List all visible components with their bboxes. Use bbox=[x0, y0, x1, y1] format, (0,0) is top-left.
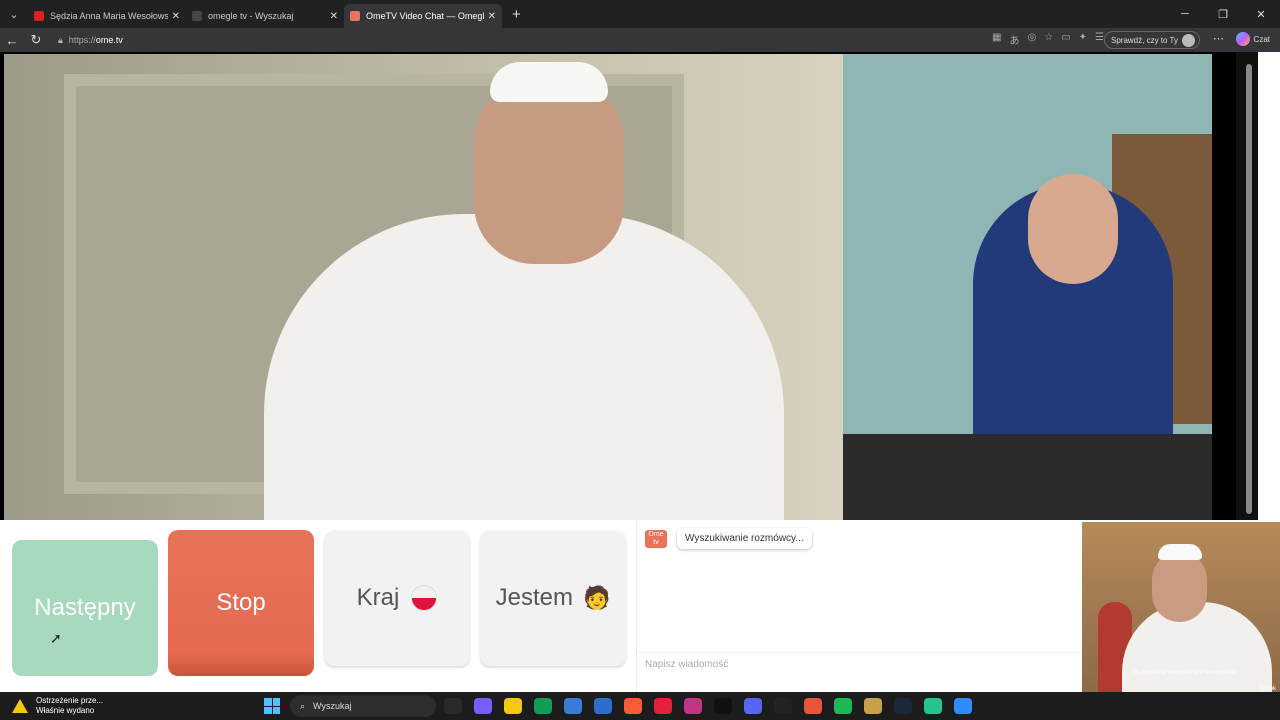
country-label: Kraj bbox=[356, 584, 400, 611]
tab-title: Sędzia Anna Maria Wesołowska o bbox=[50, 11, 168, 21]
copilot-icon bbox=[1235, 32, 1250, 46]
windows-taskbar: Ostrzeżenie prze... Właśnie wydano ⌕ Wys… bbox=[0, 692, 1280, 720]
ometv-favicon-icon bbox=[350, 11, 360, 21]
reload-icon[interactable]: ↻ bbox=[24, 32, 48, 48]
boy-icon: 🧑 bbox=[582, 585, 611, 610]
tab-sedzia[interactable]: Sędzia Anna Maria Wesołowska o ✕ bbox=[28, 4, 186, 28]
scrollbar[interactable] bbox=[1236, 52, 1258, 520]
chat-panel: Ome tv Wyszukiwanie rozmówcy... Napisz w… bbox=[636, 520, 1083, 692]
video-area bbox=[0, 52, 1258, 520]
taskbar-search-label: Wyszukaj bbox=[313, 701, 352, 711]
taskbar-app-icon[interactable] bbox=[804, 698, 822, 714]
country-button[interactable]: Kraj bbox=[324, 530, 470, 666]
back-arrow-icon[interactable]: ← bbox=[0, 33, 24, 48]
taskbar-app-icon[interactable] bbox=[744, 698, 762, 714]
taskbar-app-icon[interactable] bbox=[684, 698, 702, 714]
page-viewport: Następny Stop Kraj Jestem 🧑 ➚ Ome tv Wys… bbox=[0, 52, 1280, 692]
desk bbox=[843, 434, 1212, 520]
stop-label: Stop bbox=[216, 589, 266, 616]
stop-button[interactable]: Stop bbox=[168, 530, 314, 676]
url-host: ome.tv bbox=[95, 35, 123, 45]
url-protocol: https:// bbox=[68, 35, 96, 45]
close-tab-icon[interactable]: ✕ bbox=[172, 11, 180, 22]
taskbar-app-icon[interactable] bbox=[894, 698, 912, 714]
tab-title: OmeTV Video Chat — Omegle bbox=[366, 11, 484, 21]
weather-warning-widget[interactable]: Ostrzeżenie prze... Właśnie wydano bbox=[12, 696, 103, 716]
gender-button[interactable]: Jestem 🧑 bbox=[480, 530, 626, 666]
taskbar-app-icon[interactable] bbox=[564, 698, 582, 714]
window-controls: ─ ❐ ✕ bbox=[1166, 0, 1280, 28]
avatar bbox=[1182, 33, 1195, 47]
ometv-logo-icon: Ome tv bbox=[645, 530, 667, 548]
next-label: Następny bbox=[34, 594, 136, 621]
copilot-label: Czat bbox=[1253, 34, 1270, 44]
mouse-cursor-icon: ➚ bbox=[50, 630, 62, 646]
status-message: Wyszukiwanie rozmówcy... bbox=[677, 528, 812, 549]
close-tab-icon[interactable]: ✕ bbox=[330, 11, 338, 22]
self-video bbox=[843, 54, 1212, 520]
close-window-icon[interactable]: ✕ bbox=[1242, 0, 1280, 28]
taskbar-app-icon[interactable] bbox=[714, 698, 732, 714]
taskbar-app-icon[interactable] bbox=[474, 698, 492, 714]
taskbar-app-icon[interactable] bbox=[654, 698, 672, 714]
warning-icon bbox=[12, 699, 28, 713]
tab-list-chevron-icon[interactable]: ⌄ bbox=[0, 0, 28, 28]
search-icon: ⌕ bbox=[300, 700, 306, 711]
video-caption: It's incredibly energetic and enthusiast… bbox=[1132, 670, 1238, 676]
taskbar-app-icon[interactable] bbox=[864, 698, 882, 714]
copilot-button[interactable]: Czat bbox=[1235, 32, 1270, 46]
browser-tab-bar: ⌄ Sędzia Anna Maria Wesołowska o ✕ omegl… bbox=[0, 0, 1280, 28]
taskbar-app-icon[interactable] bbox=[954, 698, 972, 714]
address-bar-icons: ▦ あ ◎ ☆ ▭ ✦ ☰ bbox=[992, 32, 1104, 47]
camera-icon[interactable]: ▭ bbox=[1061, 32, 1070, 47]
windows-start-icon[interactable] bbox=[264, 698, 280, 714]
me-label: Jestem bbox=[495, 584, 573, 611]
more-menu-icon[interactable]: ⋯ bbox=[1213, 32, 1224, 45]
taskbar-app-icon[interactable] bbox=[444, 698, 462, 714]
person-head bbox=[474, 74, 624, 264]
taskbar-app-icon[interactable] bbox=[834, 698, 852, 714]
taskbar-app-icon[interactable] bbox=[504, 698, 522, 714]
profile-label: Sprawdź, czy to Ty bbox=[1111, 35, 1178, 45]
tab-omegle-search[interactable]: omegle tv - Wyszukaj ✕ bbox=[186, 4, 344, 28]
maximize-icon[interactable]: ❐ bbox=[1204, 0, 1242, 28]
lock-icon: 🔒︎ bbox=[58, 34, 63, 45]
scrollbar-thumb[interactable] bbox=[1246, 64, 1252, 514]
tracking-icon[interactable]: ◎ bbox=[1027, 32, 1036, 47]
search-icon bbox=[192, 11, 202, 21]
taskbar-search[interactable]: ⌕ Wyszukaj bbox=[290, 695, 436, 717]
next-button[interactable]: Następny bbox=[12, 540, 158, 676]
person-cap bbox=[490, 62, 608, 102]
taskbar-app-icon[interactable] bbox=[774, 698, 792, 714]
person-head bbox=[1028, 174, 1118, 284]
control-panel: Następny Stop Kraj Jestem 🧑 ➚ bbox=[0, 520, 636, 692]
tab-ometv[interactable]: OmeTV Video Chat — Omegle ✕ bbox=[344, 4, 502, 28]
app-available-icon[interactable]: ▦ bbox=[992, 32, 1001, 47]
url-field[interactable]: 🔒︎ https://ome.tv bbox=[58, 35, 123, 46]
poland-flag-icon bbox=[411, 585, 438, 611]
favorites-icon[interactable]: ☰ bbox=[1095, 32, 1104, 47]
picture-in-picture-video: It's incredibly energetic and enthusiast… bbox=[1082, 522, 1280, 692]
translate-icon[interactable]: あ bbox=[1009, 32, 1019, 47]
new-tab-plus-icon[interactable]: + bbox=[512, 6, 521, 23]
message-input[interactable]: Napisz wiadomość bbox=[637, 652, 1083, 678]
tab-title: omegle tv - Wyszukaj bbox=[208, 11, 294, 21]
close-tab-icon[interactable]: ✕ bbox=[488, 11, 496, 22]
taskbar-apps bbox=[444, 698, 972, 714]
person-cap bbox=[1158, 544, 1202, 560]
extensions-icon[interactable]: ✦ bbox=[1079, 32, 1087, 47]
person-head bbox=[1152, 552, 1207, 622]
favorite-star-icon[interactable]: ☆ bbox=[1044, 32, 1053, 47]
address-bar-row: ← ↻ 🔒︎ https://ome.tv ▦ あ ◎ ☆ ▭ ✦ ☰ Spra… bbox=[0, 28, 1280, 52]
youtube-icon bbox=[34, 11, 44, 21]
taskbar-app-icon[interactable] bbox=[594, 698, 612, 714]
stranger-video bbox=[4, 54, 843, 520]
warning-subtitle: Właśnie wydano bbox=[36, 706, 95, 715]
profile-button[interactable]: Sprawdź, czy to Ty bbox=[1104, 31, 1200, 49]
taskbar-app-icon[interactable] bbox=[924, 698, 942, 714]
taskbar-app-icon[interactable] bbox=[624, 698, 642, 714]
warning-title: Ostrzeżenie prze... bbox=[36, 696, 104, 705]
taskbar-app-icon[interactable] bbox=[534, 698, 552, 714]
minimize-icon[interactable]: ─ bbox=[1166, 0, 1204, 28]
